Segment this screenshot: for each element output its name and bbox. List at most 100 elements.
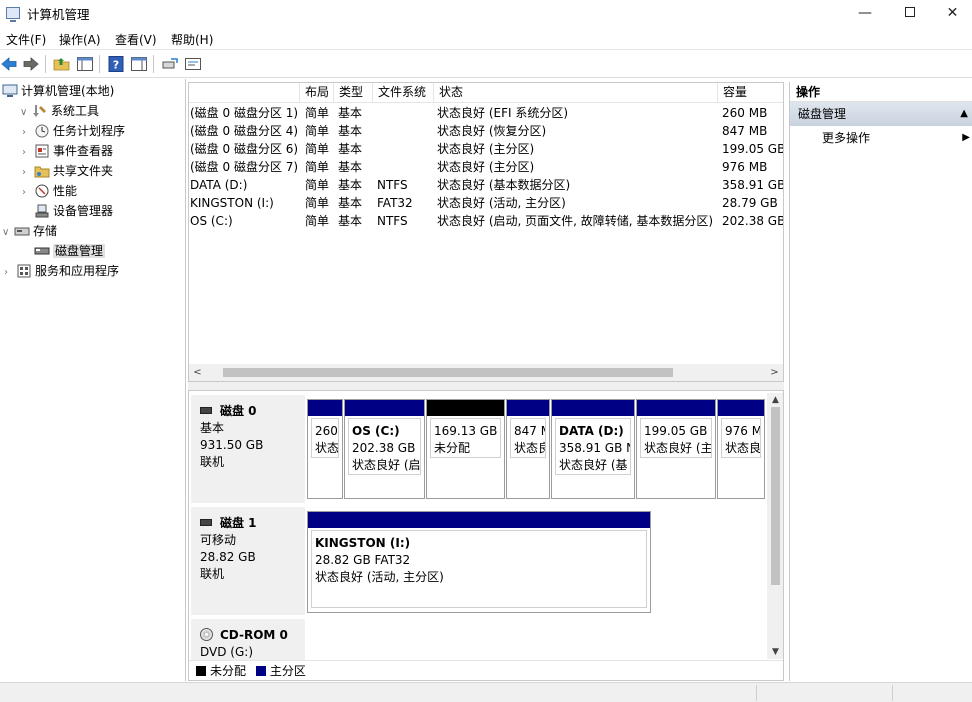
horizontal-scrollbar[interactable]: < > — [189, 364, 783, 381]
properties-icon[interactable] — [184, 55, 202, 73]
scroll-up-button[interactable]: ▲ — [767, 393, 783, 407]
table-row[interactable]: DATA (D:) 简单 基本 NTFS 状态良好 (基本数据分区) 358.91 GB — [189, 176, 784, 194]
partition-disk0-6[interactable]: 199.05 GB 状态良好 (主 — [636, 399, 716, 499]
table-row[interactable]: (磁盘 0 磁盘分区 7) 简单 基本 状态良好 (主分区) 976 MB — [189, 158, 783, 176]
partition-status: 状态良好 (基 — [559, 458, 628, 472]
partition-name: KINGSTON (I:) — [315, 536, 411, 550]
chevron-right-icon[interactable]: › — [22, 183, 34, 203]
disk-1-label[interactable]: 磁盘 1 可移动 28.82 GB 联机 — [191, 507, 305, 615]
column-header-volume[interactable] — [189, 83, 299, 103]
cell-status: 状态良好 (恢复分区) — [437, 124, 547, 138]
cell-capacity: 976 MB — [722, 160, 768, 174]
minimize-button[interactable]: — — [842, 0, 888, 28]
cdrom-0-label[interactable]: CD-ROM 0 DVD (G:) — [191, 619, 305, 661]
title-bar: 计算机管理 — ✕ — [0, 0, 972, 28]
tree-item-shared-folders[interactable]: › 共享文件夹 — [22, 161, 113, 181]
table-row[interactable]: (磁盘 0 磁盘分区 6) 简单 基本 状态良好 (主分区) 199.05 GB — [189, 140, 783, 158]
tree-item-task-scheduler[interactable]: › 任务计划程序 — [22, 121, 125, 141]
storage-icon — [14, 227, 30, 236]
table-row[interactable]: KINGSTON (I:) 简单 基本 FAT32 状态良好 (活动, 主分区) 28.7… — [189, 194, 783, 212]
up-folder-icon[interactable] — [53, 55, 71, 73]
tree-item-system-tools[interactable]: ∨ 系统工具 — [20, 101, 99, 121]
disk-type: 可移动 — [200, 533, 237, 547]
chevron-right-icon[interactable]: › — [22, 123, 34, 143]
table-row[interactable]: (磁盘 0 磁盘分区 1) 简单 基本 状态良好 (EFI 系统分区) 260 MB — [189, 104, 783, 122]
tree-item-event-viewer[interactable]: › 事件查看器 — [22, 141, 113, 161]
partition-data-d[interactable]: DATA (D:) 358.91 GB N 状态良好 (基 — [551, 399, 635, 499]
close-button[interactable]: ✕ — [933, 0, 972, 28]
scroll-left-button[interactable]: < — [189, 364, 206, 381]
tree-item-device-manager[interactable]: 设备管理器 — [34, 201, 113, 221]
show-hide-action-pane-icon[interactable] — [130, 55, 148, 73]
tree-item-storage[interactable]: ∨ 存储 — [2, 221, 57, 241]
cell-capacity: 847 MB — [722, 124, 768, 138]
cell-capacity: 358.91 GB — [722, 178, 784, 192]
chevron-down-icon[interactable]: ∨ — [2, 223, 14, 243]
scroll-down-button[interactable]: ▼ — [767, 645, 783, 659]
disk-0-partitions: 260 状态 OS (C:) 202.38 GB I 状态良好 (启 169.13 G… — [306, 399, 766, 501]
column-header-capacity[interactable]: 容量 — [717, 83, 783, 103]
forward-arrow-icon[interactable] — [22, 55, 40, 73]
maximize-button[interactable] — [887, 0, 933, 28]
disk-size: 28.82 GB — [200, 550, 256, 564]
computer-management-icon — [6, 7, 20, 22]
partition-disk0-1[interactable]: 260 状态 — [307, 399, 343, 499]
column-header-type[interactable]: 类型 — [333, 83, 372, 103]
actions-section-disk-management[interactable]: 磁盘管理 ▲ — [790, 102, 972, 126]
cell-type: 基本 — [338, 106, 363, 120]
partition-status: 未分配 — [434, 441, 471, 455]
table-row[interactable]: (磁盘 0 磁盘分区 4) 简单 基本 状态良好 (恢复分区) 847 MB — [189, 122, 783, 140]
disk-0-label[interactable]: 磁盘 0 基本 931.50 GB 联机 — [191, 395, 305, 503]
menu-help[interactable]: 帮助(H) — [171, 31, 213, 48]
tree-item-label: 设备管理器 — [53, 204, 114, 218]
partition-name: OS (C:) — [352, 424, 400, 438]
more-actions[interactable]: 更多操作 ▶ — [790, 126, 972, 150]
partition-disk0-4[interactable]: 847 M 状态良 — [506, 399, 550, 499]
chevron-right-icon[interactable]: › — [22, 163, 34, 183]
column-header-status[interactable]: 状态 — [433, 83, 717, 103]
chevron-right-icon[interactable]: › — [22, 143, 34, 163]
pane-splitter[interactable] — [188, 382, 784, 390]
collapse-up-icon[interactable]: ▲ — [960, 102, 968, 126]
tree-item-computer-management[interactable]: 计算机管理(本地) — [2, 81, 114, 101]
status-bar — [0, 682, 972, 702]
chevron-down-icon[interactable]: ∨ — [20, 103, 32, 123]
partition-os-c[interactable]: OS (C:) 202.38 GB I 状态良好 (启 — [344, 399, 425, 499]
chevron-right-icon[interactable]: › — [4, 263, 16, 283]
help-icon[interactable]: ? — [107, 55, 125, 73]
partition-disk0-7[interactable]: 976 M 状态良 — [717, 399, 765, 499]
menu-view[interactable]: 查看(V) — [115, 31, 157, 48]
tree-item-performance[interactable]: › 性能 — [22, 181, 77, 201]
disk-name: CD-ROM 0 — [220, 628, 288, 642]
disk-1-partitions: KINGSTON (I:) 28.82 GB FAT32 状态良好 (活动, 主分区… — [306, 511, 652, 615]
partition-unallocated[interactable]: 169.13 GB 未分配 — [426, 399, 505, 499]
toolbar: ? — [0, 51, 972, 78]
cell-layout: 简单 — [305, 214, 330, 228]
partition-band — [552, 400, 634, 416]
scrollbar-thumb[interactable] — [771, 407, 780, 585]
tree-item-services-apps[interactable]: › 服务和应用程序 — [4, 261, 119, 281]
column-header-filesystem[interactable]: 文件系统 — [372, 83, 433, 103]
column-header-layout[interactable]: 布局 — [299, 83, 333, 103]
volume-list-header: 布局 类型 文件系统 状态 容量 — [189, 83, 783, 103]
partition-kingston-i[interactable]: KINGSTON (I:) 28.82 GB FAT32 状态良好 (活动, 主分区… — [307, 511, 651, 613]
tree-item-disk-management[interactable]: 磁盘管理 — [34, 241, 106, 261]
back-arrow-icon[interactable] — [0, 55, 18, 73]
partition-size: 976 M — [725, 424, 761, 438]
partition-band — [637, 400, 715, 416]
scrollbar-thumb[interactable] — [223, 368, 673, 377]
computer-management-icon — [2, 84, 18, 97]
connect-virtual-disk-icon[interactable] — [161, 55, 179, 73]
partition-size: 199.05 GB — [644, 424, 708, 438]
scroll-right-button[interactable]: > — [766, 364, 783, 381]
menu-action[interactable]: 操作(A) — [59, 31, 101, 48]
menu-file[interactable]: 文件(F) — [6, 31, 46, 48]
cell-volume: (磁盘 0 磁盘分区 7) — [190, 160, 299, 174]
table-row[interactable]: OS (C:) 简单 基本 NTFS 状态良好 (启动, 页面文件, 故障转储, 基本数… — [189, 212, 783, 230]
cell-filesystem: FAT32 — [377, 196, 413, 210]
partition-status: 状态 — [315, 441, 339, 455]
disk-state: 联机 — [200, 567, 225, 581]
vertical-scrollbar[interactable]: ▲ ▼ — [767, 393, 783, 659]
show-hide-console-tree-icon[interactable] — [76, 55, 94, 73]
cell-layout: 简单 — [305, 196, 330, 210]
